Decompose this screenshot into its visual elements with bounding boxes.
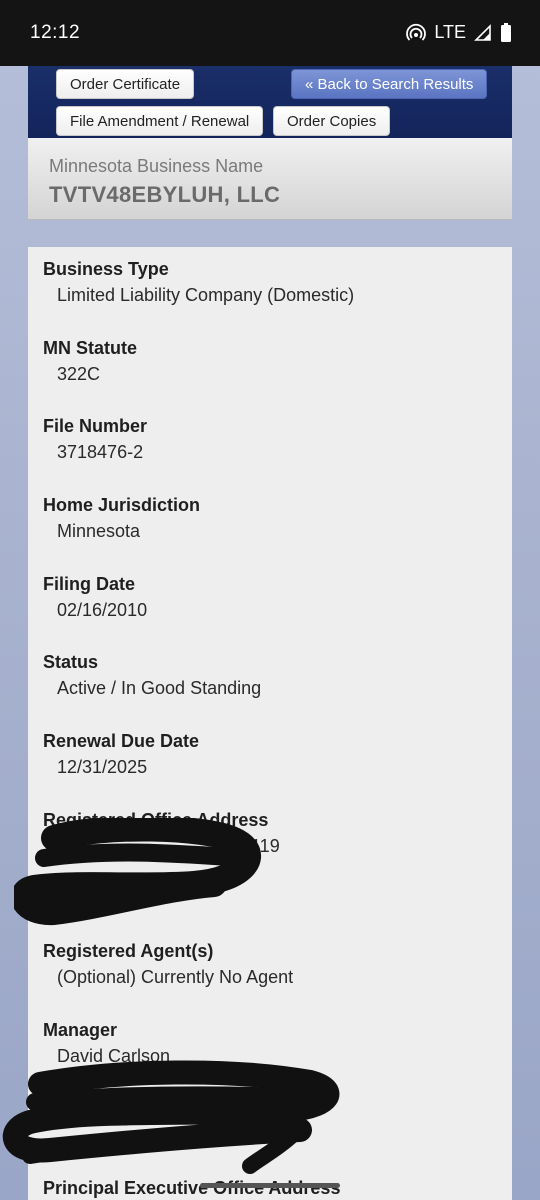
manager-label: Manager: [43, 1020, 118, 1040]
battery-icon: [500, 22, 512, 43]
filing-date-label: Filing Date: [43, 574, 136, 594]
redaction-scribble-office: [14, 818, 261, 926]
file-number-value: 3718476-2: [57, 442, 144, 462]
principal-executive-office-address-label: Principal Executive Office Address: [43, 1178, 341, 1198]
home-jurisdiction-label: Home Jurisdiction: [43, 495, 201, 515]
mn-statute-value: 322C: [57, 364, 101, 384]
status-icons: LTE: [406, 22, 512, 43]
renewal-due-date-label: Renewal Due Date: [43, 731, 200, 751]
signal-icon: [474, 23, 492, 42]
renewal-due-date-value: 12/31/2025: [57, 757, 148, 777]
network-type: LTE: [434, 22, 466, 42]
business-type-value: Limited Liability Company (Domestic): [57, 285, 355, 305]
field-status: Status Active / In Good Standing: [43, 651, 261, 699]
registered-agents-label: Registered Agent(s): [43, 941, 214, 961]
hotspot-icon: [406, 23, 427, 43]
status-value: Active / In Good Standing: [57, 678, 262, 698]
business-type-label: Business Type: [43, 259, 169, 279]
action-bar: Order Certificate « Back to Search Resul…: [28, 66, 512, 138]
business-name-label: Minnesota Business Name: [49, 156, 264, 176]
filing-date-value: 02/16/2010: [57, 600, 148, 620]
field-mn-statute: MN Statute 322C: [43, 337, 137, 385]
file-amendment-renewal-button[interactable]: File Amendment / Renewal: [56, 106, 264, 136]
field-renewal-due-date: Renewal Due Date 12/31/2025: [43, 730, 199, 778]
field-home-jurisdiction: Home Jurisdiction Minnesota: [43, 494, 200, 542]
status-label: Status: [43, 652, 99, 672]
status-bar: 12:12 LTE: [0, 0, 540, 66]
back-to-search-results-button[interactable]: « Back to Search Results: [291, 69, 488, 99]
field-filing-date: Filing Date 02/16/2010: [43, 573, 147, 621]
order-copies-button[interactable]: Order Copies: [273, 106, 391, 136]
mn-statute-label: MN Statute: [43, 338, 137, 358]
home-jurisdiction-value: Minnesota: [57, 521, 141, 541]
field-principal-executive-office-address: Principal Executive Office Address: [43, 1177, 340, 1199]
field-registered-agents: Registered Agent(s) (Optional) Currently…: [43, 940, 293, 988]
file-number-label: File Number: [43, 416, 148, 436]
field-business-type: Business Type Limited Liability Company …: [43, 258, 354, 306]
field-file-number: File Number 3718476-2: [43, 415, 147, 463]
business-name-panel: Minnesota Business Name TVTV48EBYLUH, LL…: [28, 138, 512, 220]
registered-agents-value: (Optional) Currently No Agent: [57, 967, 294, 987]
order-certificate-button[interactable]: Order Certificate: [56, 69, 195, 99]
home-indicator[interactable]: [200, 1183, 340, 1188]
redaction-scribble-manager: [3, 1060, 339, 1174]
status-time: 12:12: [30, 22, 81, 43]
business-name: TVTV48EBYLUH, LLC: [49, 182, 281, 207]
